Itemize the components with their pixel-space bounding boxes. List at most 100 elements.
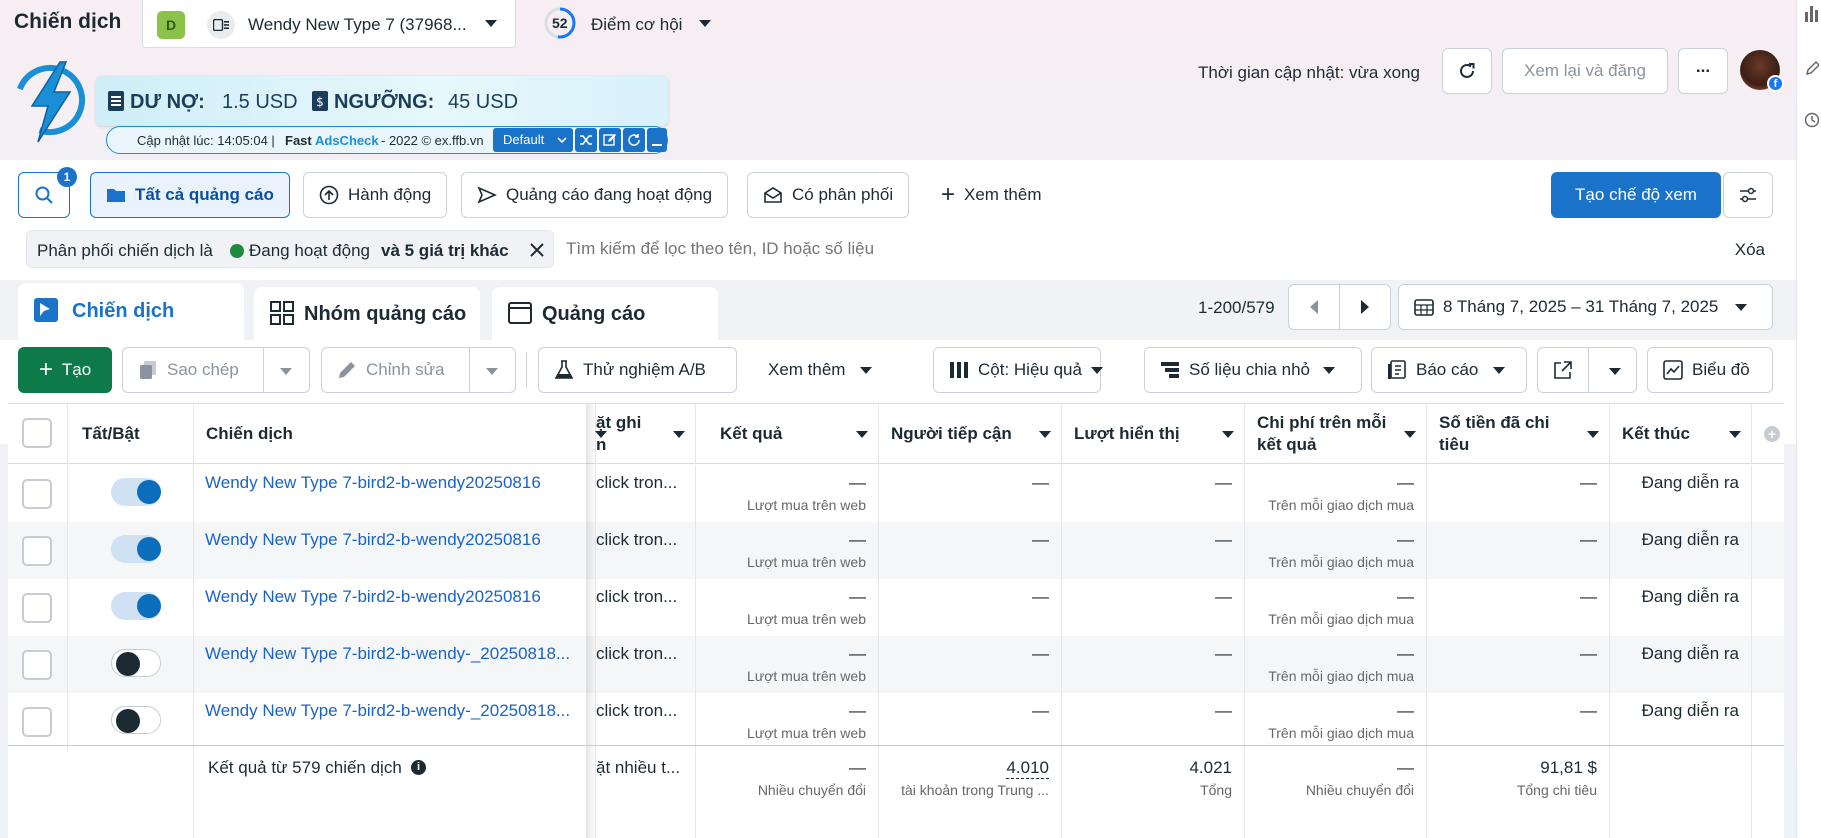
tab-adsets[interactable]: Nhóm quảng cáo <box>254 287 480 341</box>
shuffle-button[interactable] <box>575 128 597 152</box>
view-settings-button[interactable] <box>1723 172 1773 218</box>
campaign-toggle[interactable] <box>111 478 161 506</box>
campaign-setting: click tron... <box>596 701 678 720</box>
adscheck-brand-fast: Fast <box>285 133 312 148</box>
header-setting[interactable]: ặt ghi n <box>596 404 696 464</box>
actions-button[interactable]: Hành động <box>303 172 448 218</box>
campaign-setting: click tron... <box>596 644 678 663</box>
create-view-button[interactable]: Tạo chế độ xem <box>1551 172 1721 218</box>
campaign-results-sub: Lượt mua trên web <box>747 497 866 513</box>
chevron-down-icon <box>280 368 292 375</box>
filter-search-input[interactable] <box>566 232 1656 266</box>
campaign-name-link[interactable]: Wendy New Type 7-bird2-b-wendy-_20250818… <box>205 701 570 721</box>
all-ads-button[interactable]: Tất cả quảng cáo <box>90 172 290 218</box>
next-page-button[interactable] <box>1339 284 1391 330</box>
more-actions-button[interactable]: Xem thêm <box>752 347 888 393</box>
header-end[interactable]: Kết thúc <box>1610 404 1752 464</box>
campaign-cpr-sub: Trên mỗi giao dịch mua <box>1268 611 1414 627</box>
copy-button[interactable]: Sao chép <box>122 347 310 393</box>
summary-label: Kết quả từ 579 chiến dịch <box>208 758 402 777</box>
header-results[interactable]: Kết quả <box>696 404 879 464</box>
add-column-icon[interactable]: + <box>1764 426 1780 442</box>
header-cost-per-result[interactable]: Chi phí trên mỗi kết quả <box>1245 404 1427 464</box>
search-icon <box>35 186 53 204</box>
tab-campaigns[interactable]: Chiến dịch <box>18 283 244 341</box>
header-reach[interactable]: Người tiếp cận <box>879 404 1062 464</box>
header-amount-spent[interactable]: Số tiền đã chi tiêu <box>1427 404 1610 464</box>
header-toggle[interactable]: Tất/Bật <box>68 404 194 464</box>
campaign-toggle[interactable] <box>111 649 161 677</box>
mail-icon <box>764 187 782 203</box>
active-ads-button[interactable]: Quảng cáo đang hoạt động <box>461 172 729 218</box>
clear-filters-link[interactable]: Xóa <box>1735 240 1765 260</box>
score-value: 52 <box>552 15 568 31</box>
folder-icon <box>107 189 125 202</box>
svg-text:$: $ <box>316 95 324 109</box>
campaign-spent: — <box>1580 644 1597 663</box>
adscheck-brand-ads: AdsCheck <box>315 133 379 148</box>
breakdown-button[interactable]: Số liệu chia nhỏ <box>1144 347 1362 393</box>
user-avatar[interactable]: f <box>1740 50 1784 92</box>
review-publish-button[interactable]: Xem lại và đăng <box>1502 48 1668 94</box>
info-icon[interactable]: i <box>411 760 426 775</box>
campaign-name-link[interactable]: Wendy New Type 7-bird2-b-wendy20250816 <box>205 473 541 493</box>
campaign-setting: click tron... <box>596 473 678 492</box>
chart-button[interactable]: Biểu đồ <box>1647 347 1773 393</box>
summary-reach[interactable]: 4.010 <box>1006 758 1049 779</box>
reports-button[interactable]: Báo cáo <box>1371 347 1527 393</box>
campaign-end: Đang diễn ra <box>1641 701 1739 720</box>
campaign-name-link[interactable]: Wendy New Type 7-bird2-b-wendy-_20250818… <box>205 644 570 664</box>
campaign-spent: — <box>1580 587 1597 606</box>
columns-button[interactable]: Cột: Hiệu quả <box>933 347 1103 393</box>
opportunity-score[interactable]: 52 Điểm cơ hội <box>543 6 723 42</box>
campaign-toggle[interactable] <box>111 592 161 620</box>
select-all-checkbox[interactable] <box>22 418 52 448</box>
account-selector[interactable]: D Wendy New Type 7 (37968... <box>142 0 516 48</box>
edit-button[interactable] <box>599 128 621 152</box>
minimize-button[interactable] <box>647 128 667 152</box>
update-time: Thời gian cập nhật: vừa xong <box>1198 63 1420 82</box>
more-options-button[interactable]: ... <box>1678 48 1728 94</box>
summary-cpr: — <box>1397 758 1414 777</box>
line-chart-icon <box>1663 360 1683 380</box>
header-impressions[interactable]: Lượt hiển thị <box>1062 404 1245 464</box>
chevron-down-icon <box>1735 303 1748 311</box>
edit-button[interactable]: Chỉnh sửa <box>321 347 516 393</box>
row-checkbox[interactable] <box>22 707 52 737</box>
header-campaign[interactable]: Chiến dịch <box>194 404 607 464</box>
row-checkbox[interactable] <box>22 650 52 680</box>
campaign-cpr-sub: Trên mỗi giao dịch mua <box>1268 497 1414 513</box>
facebook-icon: f <box>1767 75 1784 92</box>
refresh-button[interactable] <box>1442 48 1492 94</box>
see-more-filters-button[interactable]: + Xem thêm <box>925 172 1058 218</box>
campaign-end: Đang diễn ra <box>1641 530 1739 549</box>
table-row: Wendy New Type 7-bird2-b-wendy-_20250818… <box>8 636 1784 693</box>
campaign-toggle[interactable] <box>111 706 161 734</box>
search-button[interactable]: 1 <box>18 167 77 218</box>
campaign-results: — <box>849 701 866 720</box>
delivering-button[interactable]: Có phân phối <box>747 172 910 218</box>
campaign-toggle[interactable] <box>111 535 161 563</box>
filter-chip[interactable]: Phân phối chiến dịch là Đang hoạt động v… <box>26 230 554 268</box>
preset-select[interactable]: Default <box>493 128 573 152</box>
summary-spent-sub: Tổng chi tiêu <box>1516 782 1597 798</box>
campaign-name-link[interactable]: Wendy New Type 7-bird2-b-wendy20250816 <box>205 587 541 607</box>
chevron-right-icon <box>1361 300 1369 314</box>
date-range-picker[interactable]: 8 Tháng 7, 2025 – 31 Tháng 7, 2025 <box>1398 284 1773 330</box>
ab-test-button[interactable]: Thử nghiệm A/B <box>538 347 737 393</box>
campaign-cpr: — <box>1397 473 1414 492</box>
sort-icon <box>1587 431 1599 438</box>
document-icon <box>108 91 124 111</box>
campaign-name-link[interactable]: Wendy New Type 7-bird2-b-wendy20250816 <box>205 530 541 550</box>
row-checkbox[interactable] <box>22 536 52 566</box>
prev-page-button[interactable] <box>1288 284 1340 330</box>
edit-icon <box>1805 60 1819 76</box>
row-checkbox[interactable] <box>22 593 52 623</box>
close-icon[interactable] <box>529 242 545 258</box>
create-button[interactable]: + Tạo <box>18 347 112 393</box>
tab-ads[interactable]: Quảng cáo <box>492 287 718 341</box>
export-button[interactable] <box>1537 347 1637 393</box>
row-checkbox[interactable] <box>22 479 52 509</box>
campaign-results-sub: Lượt mua trên web <box>747 611 866 627</box>
sync-button[interactable] <box>623 128 645 152</box>
